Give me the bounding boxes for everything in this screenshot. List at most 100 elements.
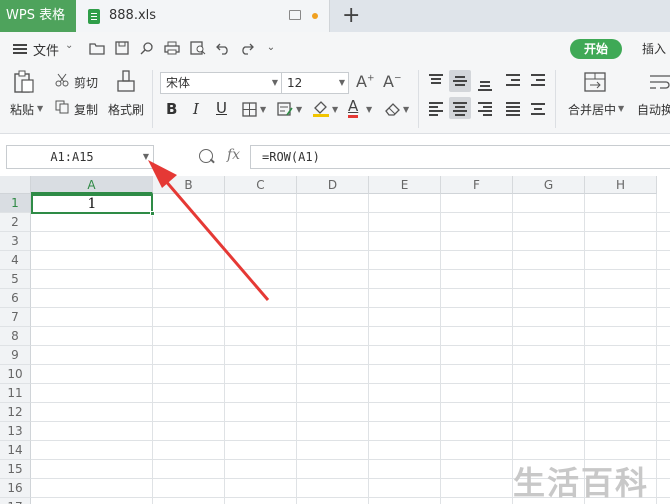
column-header[interactable]: C xyxy=(225,176,297,194)
insert-function-icon[interactable]: fx xyxy=(227,147,240,163)
row-header[interactable]: 8 xyxy=(0,327,31,346)
chevron-down-icon[interactable]: ▼ xyxy=(143,146,149,168)
bold-button[interactable]: B xyxy=(166,100,177,118)
row-header[interactable]: 9 xyxy=(0,346,31,365)
font-size-select[interactable]: 12 ▼ xyxy=(281,72,349,94)
paste-button[interactable]: 粘贴 xyxy=(10,101,34,118)
italic-button[interactable]: I xyxy=(193,100,199,118)
tab-insert[interactable]: 插入 xyxy=(642,40,666,57)
align-right-icon[interactable] xyxy=(474,97,496,119)
column-header[interactable]: A xyxy=(31,176,153,194)
paste-dropdown-icon[interactable]: ▼ xyxy=(37,104,43,113)
row-header[interactable]: 4 xyxy=(0,251,31,270)
font-shrink-icon[interactable]: A− xyxy=(383,72,402,91)
font-name-select[interactable]: 宋体 ▼ xyxy=(160,72,282,94)
merge-center-icon[interactable] xyxy=(584,72,606,92)
grid-column-line xyxy=(656,194,657,504)
row-header[interactable]: 12 xyxy=(0,403,31,422)
file-tab[interactable]: 888.xls xyxy=(76,0,330,32)
row-header[interactable]: 15 xyxy=(0,460,31,479)
app-tab-wps[interactable]: WPS 表格 xyxy=(0,0,76,32)
row-header[interactable]: 17 xyxy=(0,498,31,504)
row-header[interactable]: 3 xyxy=(0,232,31,251)
hamburger-menu-icon[interactable] xyxy=(13,44,27,46)
row-header[interactable]: 7 xyxy=(0,308,31,327)
row-header[interactable]: 1 xyxy=(0,194,31,213)
scissors-icon[interactable] xyxy=(55,73,69,87)
eraser-icon[interactable] xyxy=(384,101,402,117)
font-grow-icon[interactable]: A+ xyxy=(356,72,375,91)
format-painter-icon[interactable] xyxy=(116,70,136,94)
copy-button[interactable]: 复制 xyxy=(74,101,98,118)
select-all-corner[interactable] xyxy=(0,176,31,194)
row-header[interactable]: 11 xyxy=(0,384,31,403)
format-painter-button[interactable]: 格式刷 xyxy=(108,101,144,118)
name-box[interactable]: A1:A15 ▼ xyxy=(6,145,154,169)
save-icon[interactable] xyxy=(114,41,130,55)
merge-center-button[interactable]: 合并居中 xyxy=(568,101,616,118)
chevron-down-icon[interactable]: ▼ xyxy=(366,105,372,114)
zoom-icon[interactable] xyxy=(199,149,213,163)
column-header[interactable]: F xyxy=(441,176,513,194)
row-header[interactable]: 13 xyxy=(0,422,31,441)
worksheet-grid[interactable]: ABCDEFGH12345678910111213141516171 xyxy=(0,176,670,504)
selected-cell-a1[interactable]: 1 xyxy=(31,194,155,216)
grid-row-line xyxy=(31,269,670,270)
align-bottom-icon[interactable] xyxy=(474,70,496,92)
align-middle-icon[interactable] xyxy=(449,70,471,92)
column-header[interactable]: D xyxy=(297,176,369,194)
cut-button[interactable]: 剪切 xyxy=(74,74,98,91)
name-box-value: A1:A15 xyxy=(50,150,94,164)
file-menu[interactable]: 文件 xyxy=(33,40,59,59)
quick-access-dropdown-icon[interactable]: ⌄ xyxy=(263,41,279,55)
row-header[interactable]: 6 xyxy=(0,289,31,308)
row-header[interactable]: 5 xyxy=(0,270,31,289)
formula-input[interactable]: =ROW(A1) xyxy=(250,145,670,169)
copy-icon[interactable] xyxy=(55,100,69,114)
cell-style-icon[interactable] xyxy=(277,102,293,117)
open-folder-icon[interactable] xyxy=(89,41,105,55)
chevron-down-icon[interactable]: ▼ xyxy=(332,105,338,114)
chevron-down-icon[interactable]: ▼ xyxy=(618,104,624,113)
distributed-align-icon[interactable] xyxy=(527,97,549,119)
new-tab-button[interactable]: + xyxy=(342,3,360,29)
decrease-indent-icon[interactable] xyxy=(502,70,524,92)
menu-row: 文件 ⌄ ⌄ 开始 插入 xyxy=(0,32,670,64)
tab-start[interactable]: 开始 xyxy=(570,39,622,59)
fill-handle[interactable] xyxy=(150,211,155,216)
paste-icon[interactable] xyxy=(13,70,35,94)
align-top-icon[interactable] xyxy=(425,70,447,92)
print-preview-icon[interactable] xyxy=(190,41,206,55)
chevron-down-icon[interactable]: ▼ xyxy=(260,105,266,114)
row-header[interactable]: 16 xyxy=(0,479,31,498)
justify-icon[interactable] xyxy=(502,97,524,119)
monitor-icon[interactable] xyxy=(289,10,301,20)
chevron-down-icon[interactable]: ⌄ xyxy=(65,40,73,51)
fill-color-icon[interactable] xyxy=(312,100,330,118)
search-icon[interactable] xyxy=(139,41,155,55)
column-header[interactable]: E xyxy=(369,176,441,194)
grid-column-line xyxy=(368,194,369,504)
column-header[interactable]: G xyxy=(513,176,585,194)
underline-button[interactable]: U xyxy=(216,99,227,117)
row-header[interactable]: 10 xyxy=(0,365,31,384)
grid-column-line xyxy=(440,194,441,504)
grid-row-line xyxy=(31,250,670,251)
print-icon[interactable] xyxy=(164,41,180,55)
chevron-down-icon[interactable]: ▼ xyxy=(296,105,302,114)
wrap-text-icon[interactable] xyxy=(649,72,670,92)
align-center-icon[interactable] xyxy=(449,97,471,119)
row-header[interactable]: 14 xyxy=(0,441,31,460)
row-header[interactable]: 2 xyxy=(0,213,31,232)
undo-icon[interactable] xyxy=(215,41,231,55)
chevron-down-icon[interactable]: ▼ xyxy=(403,105,409,114)
font-color-button[interactable]: A xyxy=(348,98,359,118)
increase-indent-icon[interactable] xyxy=(527,70,549,92)
column-header[interactable]: H xyxy=(585,176,657,194)
redo-icon[interactable] xyxy=(239,41,255,55)
borders-icon[interactable] xyxy=(242,102,257,117)
align-left-icon[interactable] xyxy=(425,97,447,119)
column-header[interactable]: B xyxy=(153,176,225,194)
file-tab-name: 888.xls xyxy=(109,8,157,23)
wrap-text-button[interactable]: 自动换 xyxy=(637,101,670,118)
